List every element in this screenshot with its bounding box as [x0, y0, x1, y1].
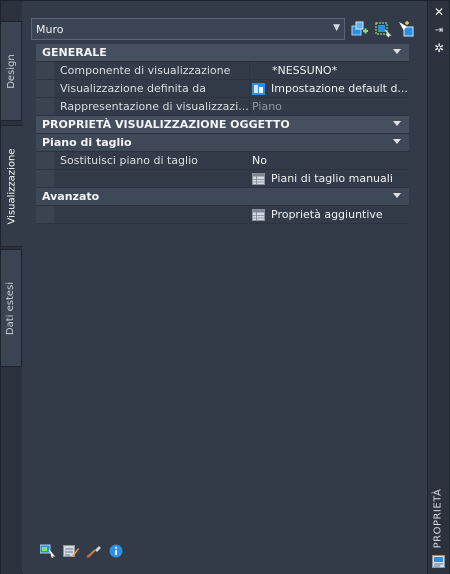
chevron-down-icon: ▼ [333, 23, 340, 33]
property-row[interactable]: Sostituisci piano di taglio No [36, 152, 409, 170]
property-row[interactable]: Proprietà aggiuntive [36, 206, 409, 224]
property-value[interactable]: *NESSUNO* [250, 62, 409, 79]
palette-title: PROPRIETÀ [430, 487, 446, 549]
property-value: Proprietà aggiuntive [271, 208, 383, 221]
property-row[interactable]: Piani di taglio manuali [36, 170, 409, 188]
category-avanzato-title: Avanzato [42, 190, 100, 203]
property-row[interactable]: Rappresentazione di visualizzazi... Pian… [36, 98, 409, 116]
tab-design[interactable]: Design [1, 21, 22, 121]
autohide-icon[interactable]: ⇥ [432, 24, 446, 38]
object-type-value: Muro [36, 22, 64, 36]
property-name [54, 206, 250, 223]
display-settings-icon [252, 82, 265, 95]
quick-select-icon[interactable] [374, 20, 392, 38]
property-value-cell[interactable]: Proprietà aggiuntive [250, 206, 409, 223]
collapse-chevron-icon[interactable] [393, 49, 401, 54]
palette-properties-icon[interactable] [432, 555, 445, 568]
tab-visualizzazione[interactable]: Visualizzazione [1, 125, 23, 247]
info-icon[interactable] [109, 544, 125, 558]
tab-visualizzazione-label: Visualizzazione [6, 148, 18, 224]
row-gutter [36, 98, 54, 115]
category-avanzato[interactable]: Avanzato [36, 188, 409, 206]
settings-icon[interactable]: ✲ [432, 41, 446, 55]
property-grid: GENERALE Componente di visualizzazione *… [36, 44, 409, 224]
top-toolbar [351, 20, 415, 38]
property-value-cell[interactable]: Piani di taglio manuali [250, 170, 409, 187]
palette-body: Muro ▼ GENERALE Componente di visualizza… [23, 1, 429, 574]
property-row[interactable]: Visualizzazione definita da Impostazione… [36, 80, 409, 98]
property-value-cell[interactable]: Impostazione default d... [250, 80, 409, 97]
tab-dati-estesi[interactable]: Dati estesi [1, 249, 22, 367]
match-properties-icon[interactable] [86, 544, 102, 558]
property-name: Sostituisci piano di taglio [54, 152, 250, 169]
category-proprieta-title: PROPRIETÀ VISUALIZZAZIONE OGGETTO [42, 118, 290, 131]
add-selection-icon[interactable] [351, 20, 369, 38]
category-piano-di-taglio[interactable]: Piano di taglio [36, 134, 409, 152]
property-name [54, 170, 250, 187]
property-value: Piani di taglio manuali [271, 172, 393, 185]
row-gutter [36, 206, 54, 223]
category-proprieta-visualizzazione[interactable]: PROPRIETÀ VISUALIZZAZIONE OGGETTO [36, 116, 409, 134]
palette-title-label: PROPRIETÀ [432, 488, 444, 548]
collapse-chevron-icon[interactable] [393, 121, 401, 126]
row-gutter [36, 170, 54, 187]
category-generale[interactable]: GENERALE [36, 44, 409, 62]
row-gutter [36, 80, 54, 97]
property-name: Componente di visualizzazione [54, 62, 250, 79]
toggle-pickadd-icon[interactable] [397, 20, 415, 38]
property-value: Piano [252, 100, 282, 113]
row-gutter [36, 152, 54, 169]
tab-design-label: Design [5, 53, 17, 89]
select-objects-icon[interactable] [39, 544, 56, 559]
table-icon [252, 172, 265, 185]
property-name: Visualizzazione definita da [54, 80, 250, 97]
object-type-select[interactable]: Muro ▼ [31, 18, 345, 40]
close-icon[interactable]: ✕ [432, 5, 446, 19]
left-tab-strip: Design Visualizzazione Dati estesi [1, 1, 23, 574]
properties-palette: Design Visualizzazione Dati estesi Muro … [0, 0, 450, 574]
collapse-chevron-icon[interactable] [393, 193, 401, 198]
palette-title-bar: ✕ ⇥ ✲ PROPRIETÀ [427, 1, 449, 574]
edit-style-icon[interactable] [63, 544, 79, 558]
property-name: Rappresentazione di visualizzazi... [54, 98, 250, 115]
category-piano-title: Piano di taglio [42, 136, 132, 149]
row-gutter [36, 62, 54, 79]
bottom-toolbar [39, 544, 125, 559]
tab-dati-estesi-label: Dati estesi [5, 281, 17, 335]
property-value: Impostazione default d... [271, 82, 408, 95]
property-value[interactable]: No [250, 152, 409, 169]
category-generale-title: GENERALE [42, 46, 107, 59]
table-icon [252, 208, 265, 221]
property-row[interactable]: Componente di visualizzazione *NESSUNO* [36, 62, 409, 80]
collapse-chevron-icon[interactable] [393, 139, 401, 144]
